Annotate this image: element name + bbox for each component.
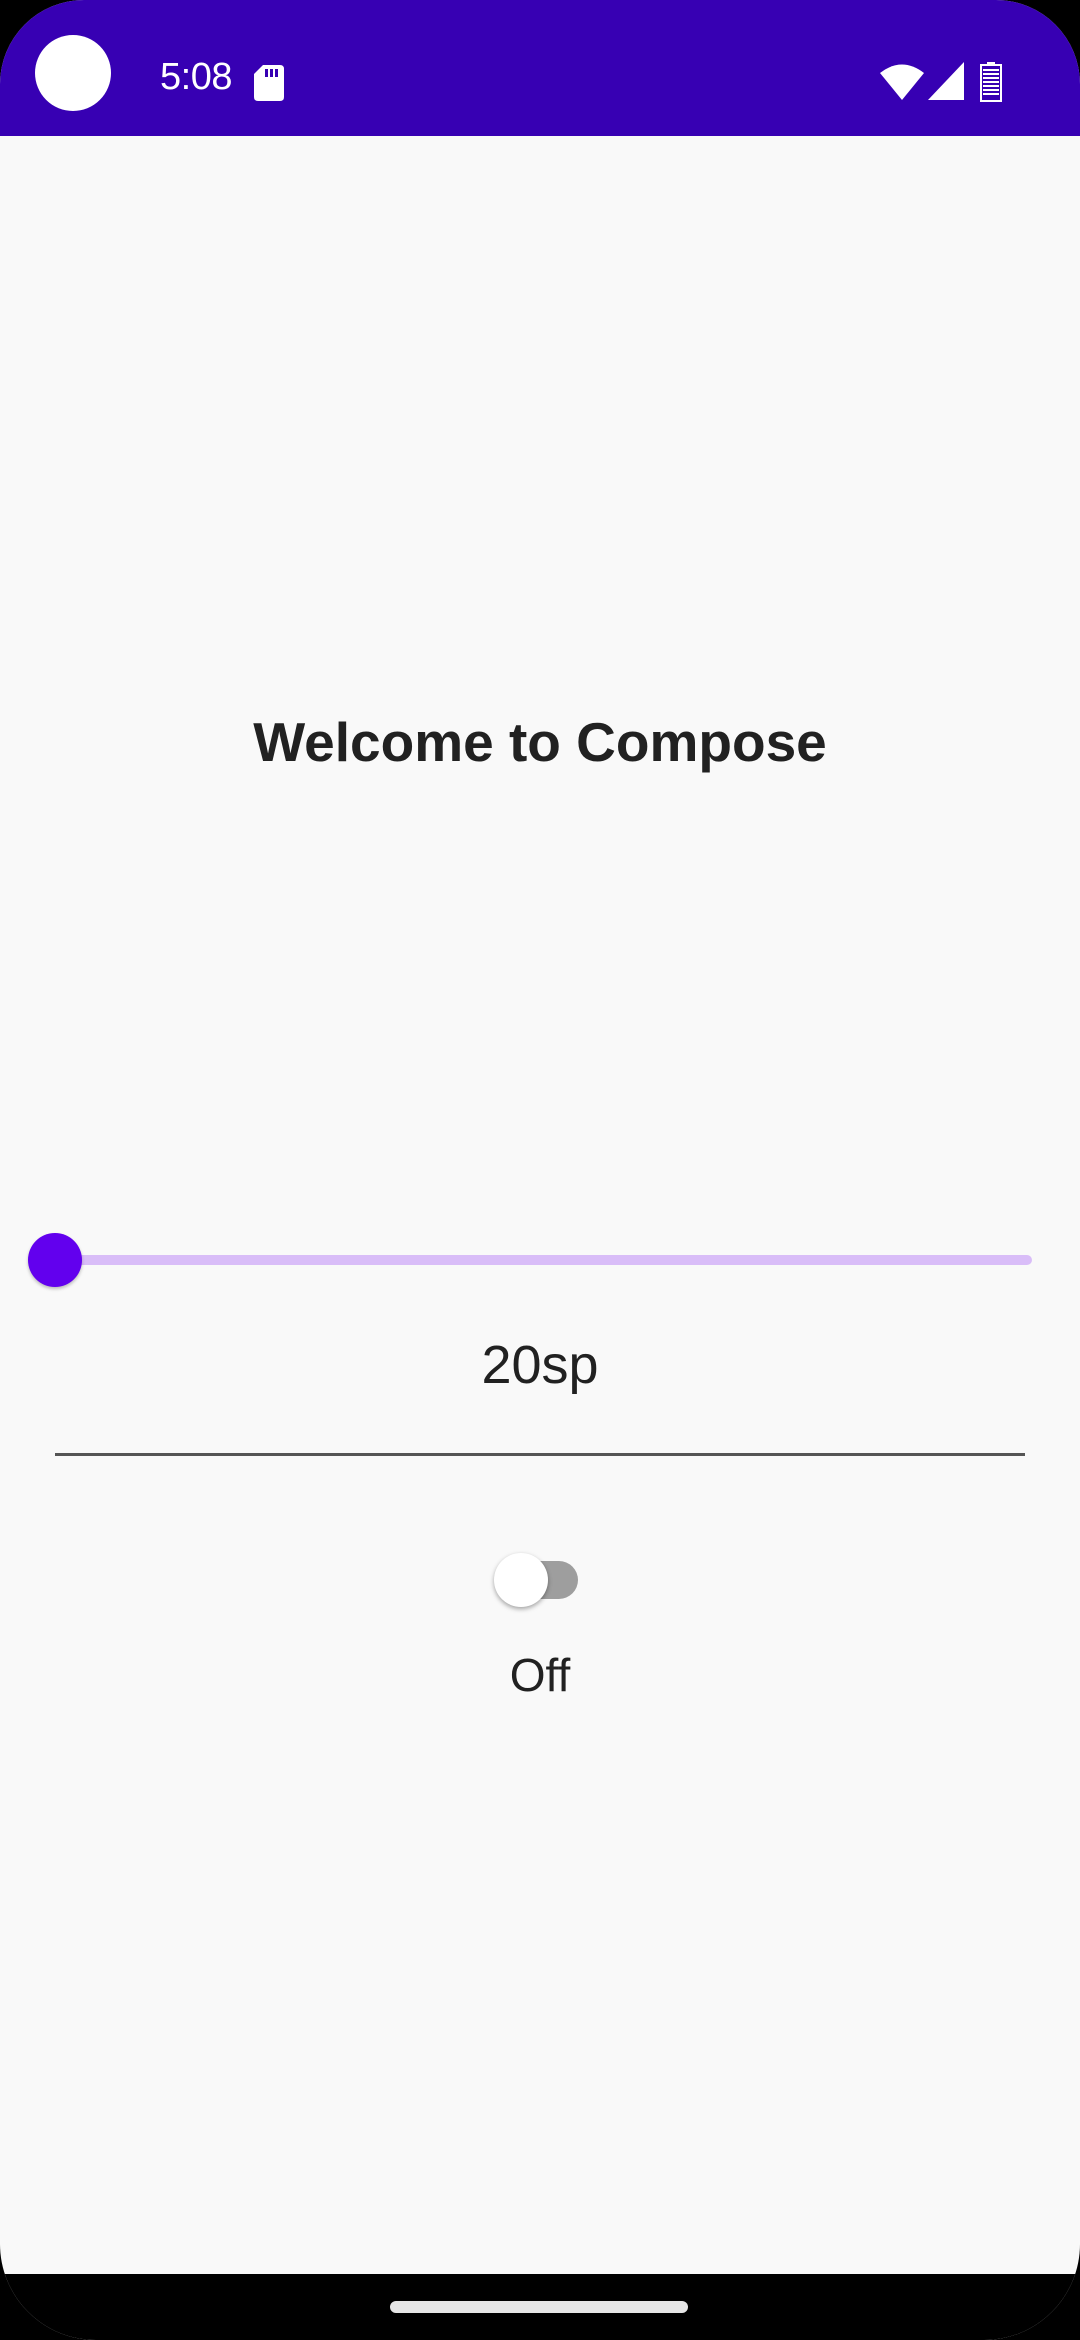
battery-icon bbox=[980, 62, 1002, 102]
switch-state-label: Off bbox=[509, 1649, 571, 1701]
font-size-value: 20sp bbox=[481, 1335, 599, 1395]
camera-cutout bbox=[35, 35, 111, 111]
slider-track[interactable] bbox=[55, 1255, 1032, 1265]
toggle-switch[interactable] bbox=[492, 1550, 588, 1610]
switch-thumb[interactable] bbox=[494, 1553, 548, 1607]
status-time: 5:08 bbox=[160, 56, 232, 98]
sd-card-icon bbox=[254, 65, 284, 101]
cell-signal-icon bbox=[928, 62, 964, 100]
status-bar: 5:08 bbox=[0, 0, 1080, 136]
wifi-icon bbox=[880, 64, 924, 100]
welcome-title: Welcome to Compose bbox=[253, 711, 827, 773]
font-size-slider[interactable] bbox=[28, 1230, 1032, 1290]
divider bbox=[55, 1453, 1025, 1456]
phone-screen: 5:08 Welcome to Compose 20sp Off bbox=[0, 0, 1080, 2340]
home-indicator[interactable] bbox=[390, 2301, 688, 2313]
slider-thumb[interactable] bbox=[28, 1233, 82, 1287]
